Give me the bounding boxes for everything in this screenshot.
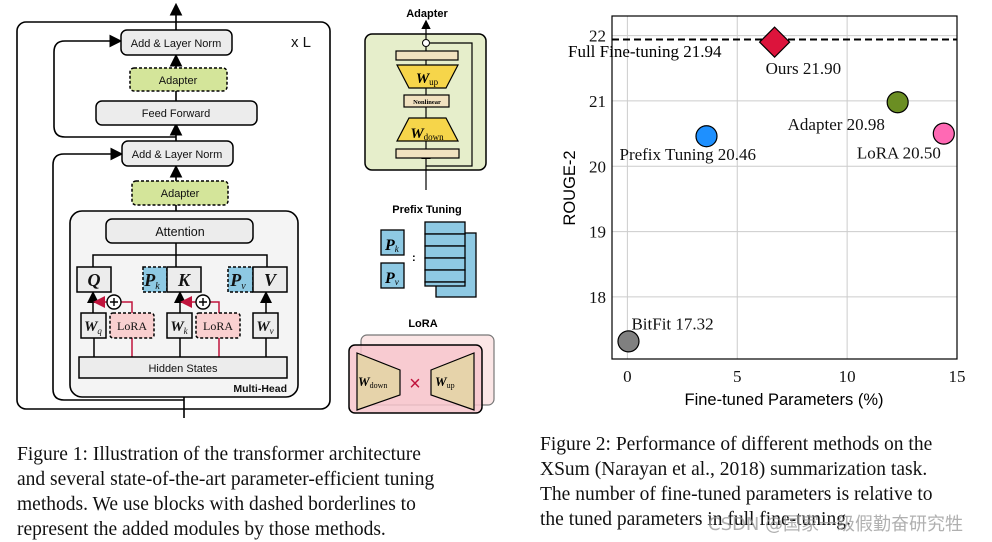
caption-line: and several state-of-the-art parameter-e… [17, 469, 435, 490]
y-tick-label: 21 [589, 92, 606, 111]
data-label: Prefix Tuning 20.46 [619, 145, 756, 164]
y-tick-label: 19 [589, 223, 606, 242]
figure2-chart: 0 5 10 151819202122 BitFit 17.32Prefix Tuni… [561, 15, 966, 409]
y-tick-label: 20 [589, 157, 606, 176]
x-tick-label: 10 [839, 367, 856, 386]
data-point [695, 125, 718, 148]
caption-line: Figure 2: Performance of different metho… [540, 434, 933, 455]
x-tick-label: 5 [733, 367, 742, 386]
caption-line: XSum (Narayan et al., 2018) summarizatio… [540, 459, 928, 480]
data-point-diamond [758, 26, 791, 58]
data-label: Ours 21.90 [766, 59, 842, 78]
y-tick-label: 18 [589, 288, 606, 307]
data-point [886, 91, 909, 114]
y-axis-label: ROUGE-2 [561, 150, 579, 225]
data-label: LoRA 20.50 [857, 144, 941, 163]
full-finetuning-label: Full Fine-tuning 21.94 [568, 42, 722, 61]
x-tick-label: 15 [949, 367, 966, 386]
caption-line: Figure 1: Illustration of the transforme… [17, 444, 421, 465]
x-tick-label: 0 [623, 367, 632, 386]
data-point [617, 330, 640, 353]
x-axis-label: Fine-tuned Parameters (%) [685, 391, 884, 409]
data-point [932, 122, 955, 145]
figure1-caption: Figure 1: Illustration of the transforme… [17, 442, 497, 542]
data-label: Adapter 20.98 [788, 115, 885, 134]
caption-line: methods. We use blocks with dashed borde… [17, 494, 416, 515]
caption-line: The number of fine-tuned parameters is r… [540, 484, 933, 505]
watermark: CSDN @国家一级假勤奋研究牲 [708, 514, 964, 535]
data-label: BitFit 17.32 [631, 314, 713, 333]
caption-line: represent the added modules by those met… [17, 519, 386, 540]
